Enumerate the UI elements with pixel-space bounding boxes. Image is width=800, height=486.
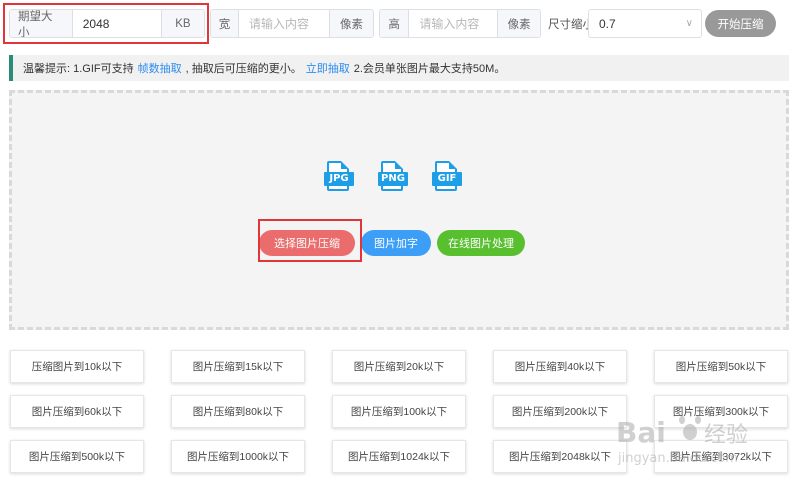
preset-button[interactable]: 图片压缩到20k以下 [332,350,466,383]
choose-image-button[interactable]: 选择图片压缩 [259,230,355,256]
width-unit: 像素 [329,10,373,37]
upload-dropzone[interactable]: JPG PNG GIF 选择图片压缩 图片加字 在线图片处理 [9,90,789,330]
notice-bar: 温馨提示: 1.GIF可支持 帧数抽取 , 抽取后可压缩的更小。 立即抽取 2.… [9,55,789,81]
add-text-button[interactable]: 图片加字 [361,230,431,256]
jpg-file-icon: JPG [324,161,354,195]
gif-file-icon: GIF [432,161,462,195]
target-size-label: 期望大小 [10,10,73,37]
png-file-icon: PNG [378,161,408,195]
scale-select[interactable]: 0.7 ∨ [588,9,702,38]
png-file-label: PNG [378,172,408,186]
frame-extract-link[interactable]: 帧数抽取 [138,60,182,76]
preset-grid: 压缩图片到10k以下 图片压缩到15k以下 图片压缩到20k以下 图片压缩到40… [10,350,790,473]
target-size-input[interactable] [72,10,161,37]
scale-label: 尺寸缩小 [548,18,594,31]
notice-suffix: 2.会员单张图片最大支持50M。 [353,63,506,75]
compression-toolbar: 期望大小 KB 宽 像素 高 像素 尺寸缩小 0.7 ∨ 开始压缩 [9,9,776,38]
preset-button[interactable]: 图片压缩到1000k以下 [171,440,305,473]
preset-button[interactable]: 图片压缩到200k以下 [493,395,627,428]
preset-button[interactable]: 压缩图片到10k以下 [10,350,144,383]
width-input[interactable] [239,10,329,37]
chevron-down-icon: ∨ [685,18,693,29]
target-size-group: 期望大小 KB [9,9,205,38]
notice-prefix: 温馨提示: 1.GIF可支持 [23,63,134,75]
preset-button[interactable]: 图片压缩到100k以下 [332,395,466,428]
height-unit: 像素 [497,10,540,37]
preset-button[interactable]: 图片压缩到15k以下 [171,350,305,383]
preset-button[interactable]: 图片压缩到50k以下 [654,350,788,383]
preset-button[interactable]: 图片压缩到1024k以下 [332,440,466,473]
preset-button[interactable]: 图片压缩到80k以下 [171,395,305,428]
preset-button[interactable]: 图片压缩到40k以下 [493,350,627,383]
preset-button[interactable]: 图片压缩到2048k以下 [493,440,627,473]
jpg-file-label: JPG [324,172,354,186]
preset-button[interactable]: 图片压缩到300k以下 [654,395,788,428]
upload-actions: 选择图片压缩 图片加字 在线图片处理 [12,230,786,256]
preset-button[interactable]: 图片压缩到60k以下 [10,395,144,428]
start-compress-button[interactable]: 开始压缩 [705,10,776,37]
preset-button[interactable]: 图片压缩到3072k以下 [654,440,788,473]
online-edit-button[interactable]: 在线图片处理 [437,230,525,256]
format-icons: JPG PNG GIF [12,161,786,195]
notice-mid: , 抽取后可压缩的更小。 [185,63,302,75]
height-input[interactable] [409,10,498,37]
width-group: 宽 像素 [210,9,374,38]
preset-button[interactable]: 图片压缩到500k以下 [10,440,144,473]
width-label: 宽 [211,10,239,37]
gif-file-label: GIF [432,172,462,186]
height-label: 高 [380,10,410,37]
scale-select-value: 0.7 [599,16,616,31]
height-group: 高 像素 [379,9,541,38]
extract-now-link[interactable]: 立即抽取 [306,60,350,76]
target-size-unit: KB [160,10,204,37]
